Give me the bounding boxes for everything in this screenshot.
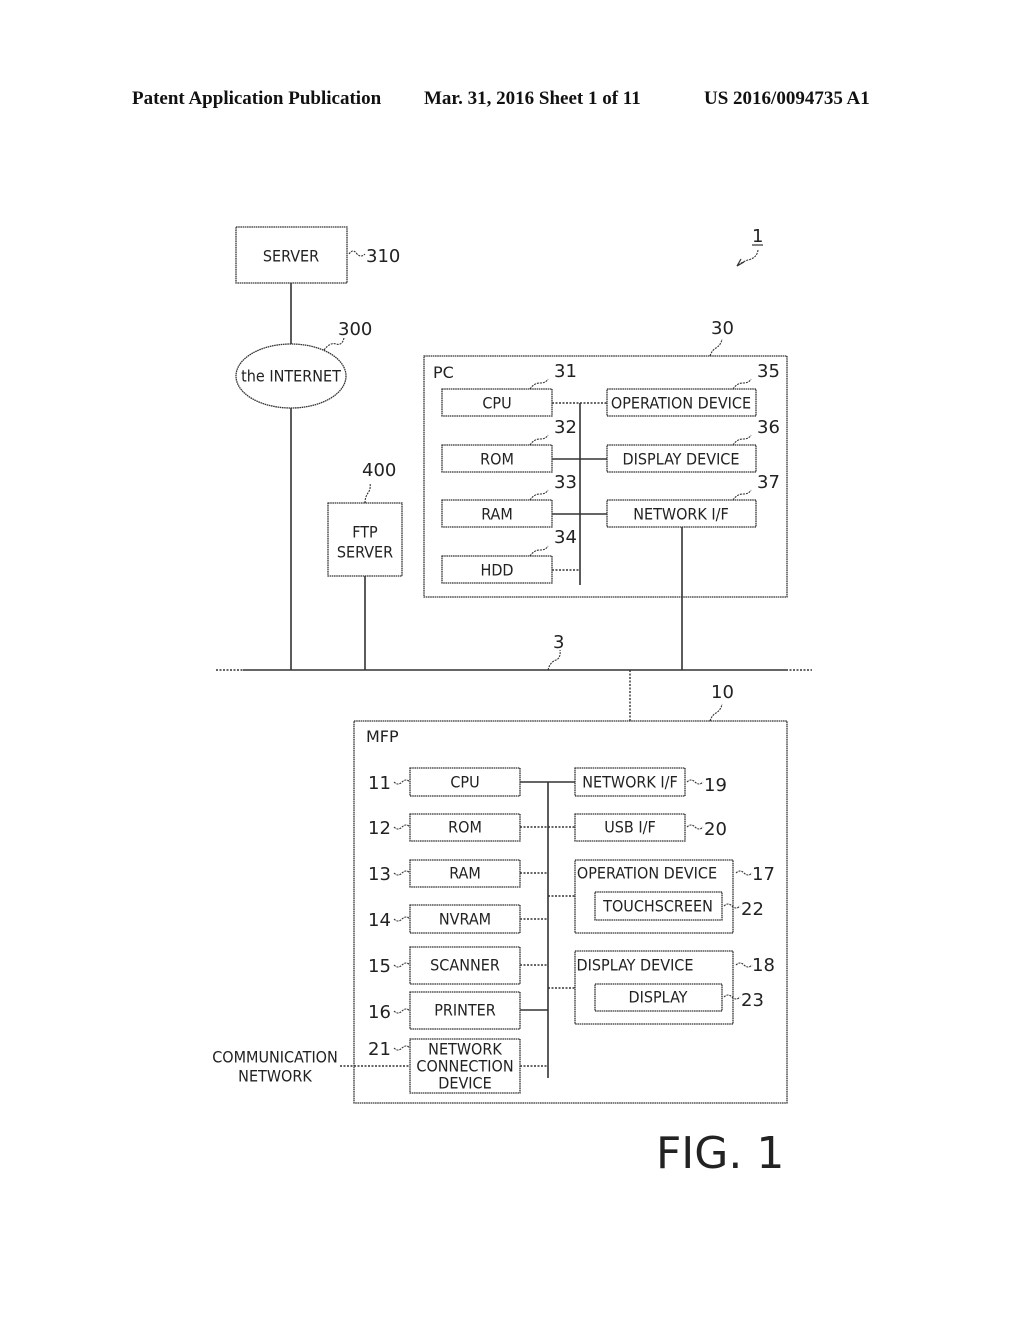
internet-cloud: the INTERNET 300	[235, 319, 372, 409]
pc-hdd-ref: 34	[554, 527, 577, 548]
mfp-touchscreen-ref: 22	[741, 899, 764, 920]
pc-label: PC	[433, 363, 454, 382]
network-bus: 3	[216, 632, 812, 671]
internet-label: the INTERNET	[241, 367, 341, 386]
mfp-label: MFP	[366, 727, 399, 746]
mfp-display-device-label: DISPLAY DEVICE	[577, 956, 694, 975]
pc-display-device-label: DISPLAY DEVICE	[623, 450, 740, 469]
ftp-ref: 400	[362, 460, 396, 481]
mfp-cpu-ref: 11	[368, 773, 391, 794]
mfp-touchscreen-label: TOUCHSCREEN	[602, 897, 713, 916]
mfp-rom-label: ROM	[448, 818, 482, 837]
figure-label: FIG. 1	[656, 1128, 784, 1179]
pc-rom-ref: 32	[554, 417, 577, 438]
mfp-network-if-ref: 19	[704, 775, 727, 796]
pc-cpu-ref: 31	[554, 361, 577, 382]
block-diagram: 1 SERVER 310 the INTERNET 300 FTP SERVER…	[212, 226, 812, 1179]
pc-hdd-label: HDD	[481, 561, 514, 580]
server-ref: 310	[366, 246, 400, 267]
system-ref-number: 1	[752, 226, 763, 247]
pc-network-if-ref: 37	[757, 472, 780, 493]
mfp-ram-ref: 13	[368, 864, 391, 885]
ftp-label-line1: FTP	[352, 523, 378, 542]
pc-display-device-ref: 36	[757, 417, 780, 438]
mfp-ncd-label-line3: DEVICE	[438, 1074, 491, 1093]
mfp-scanner-label: SCANNER	[430, 956, 500, 975]
pc-block: PC 30 CPU 31 ROM 32 RAM 33 HDD 34 OPERAT…	[423, 318, 788, 598]
mfp-usb-if-ref: 20	[704, 819, 727, 840]
server-label: SERVER	[263, 247, 319, 266]
ftp-label-line2: SERVER	[337, 543, 393, 562]
pc-cpu-label: CPU	[482, 394, 511, 413]
ftp-server-block: FTP SERVER 400	[327, 460, 403, 577]
mfp-scanner-ref: 15	[368, 956, 391, 977]
pc-rom-label: ROM	[480, 450, 514, 469]
arrowhead-icon	[736, 258, 745, 267]
mfp-usb-if: USB I/F 20	[574, 813, 727, 842]
mfp-cpu-label: CPU	[450, 773, 479, 792]
network-ref: 3	[553, 632, 564, 653]
mfp-rom-ref: 12	[368, 818, 391, 839]
mfp-block: MFP 10 11 CPU 12 ROM 13 RAM 14 NVRAM 15 …	[353, 682, 788, 1104]
pc-network-if-label: NETWORK I/F	[633, 505, 729, 524]
mfp-network-if-label: NETWORK I/F	[582, 773, 678, 792]
pc-operation-device-ref: 35	[757, 361, 780, 382]
internet-ref: 300	[338, 319, 372, 340]
mfp-nvram-ref: 14	[368, 910, 391, 931]
pc-ref: 30	[711, 318, 734, 339]
mfp-operation-device-ref: 17	[752, 864, 775, 885]
pc-ram-ref: 33	[554, 472, 577, 493]
mfp-ref: 10	[711, 682, 734, 703]
mfp-nvram-label: NVRAM	[439, 910, 491, 929]
mfp-operation-device-label: OPERATION DEVICE	[577, 864, 717, 883]
system-reference: 1	[736, 226, 763, 267]
server-block: SERVER 310	[235, 226, 400, 284]
comm-network-line1: COMMUNICATION	[212, 1048, 338, 1067]
mfp-printer-ref: 16	[368, 1002, 391, 1023]
mfp-printer-label: PRINTER	[434, 1001, 496, 1020]
mfp-display-label: DISPLAY	[629, 988, 688, 1007]
mfp-usb-if-label: USB I/F	[604, 818, 656, 837]
mfp-ram-label: RAM	[449, 864, 481, 883]
mfp-display-ref: 23	[741, 990, 764, 1011]
mfp-ncd-ref: 21	[368, 1039, 391, 1060]
pc-ram-label: RAM	[481, 505, 513, 524]
mfp-display-device-ref: 18	[752, 955, 775, 976]
comm-network-line2: NETWORK	[238, 1067, 312, 1086]
pc-operation-device-label: OPERATION DEVICE	[611, 394, 751, 413]
